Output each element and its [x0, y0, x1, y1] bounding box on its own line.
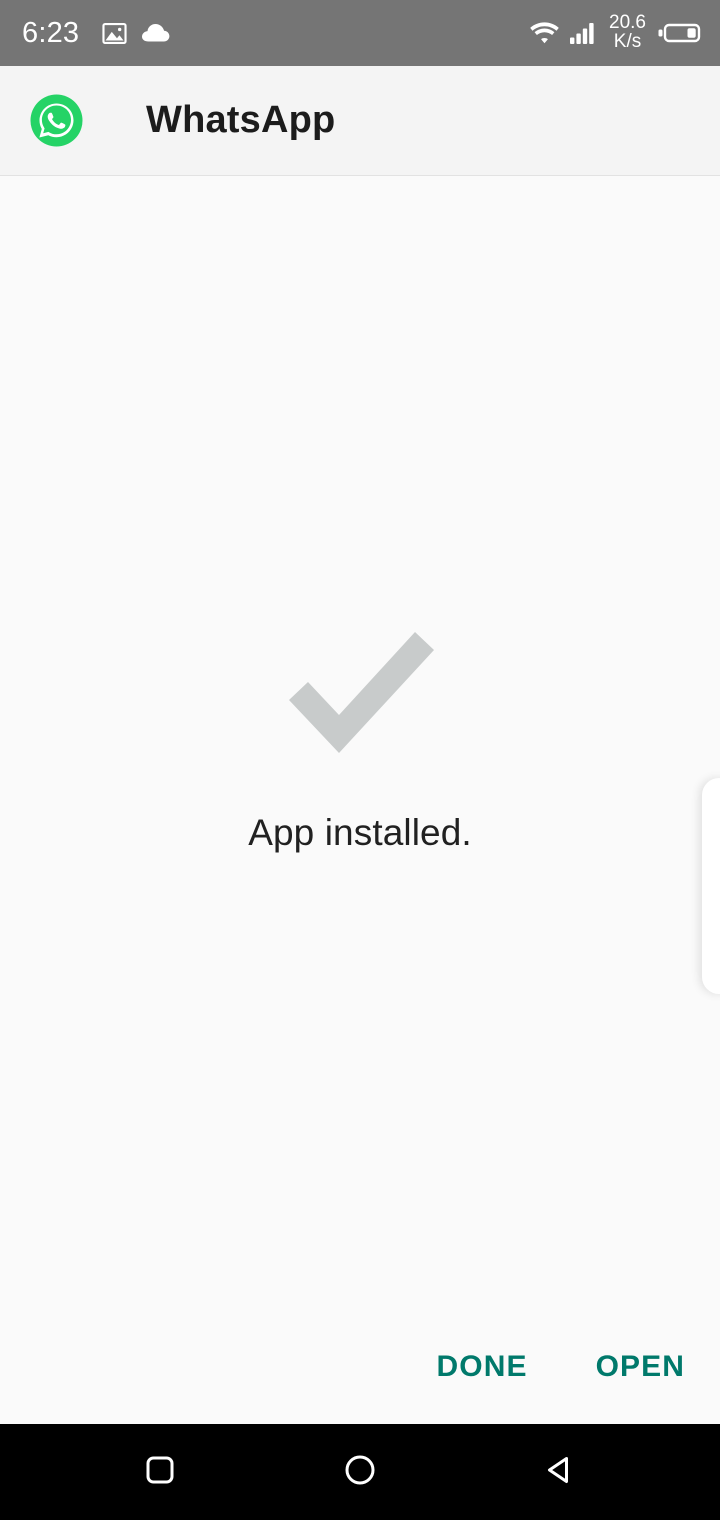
page-title: WhatsApp [146, 99, 336, 141]
wifi-icon [529, 21, 560, 45]
install-result-content: App installed. DONE OPEN [0, 176, 720, 1424]
done-button[interactable]: DONE [433, 1338, 532, 1396]
app-header: WhatsApp [0, 66, 720, 182]
square-icon [142, 1452, 178, 1493]
triangle-left-icon [541, 1451, 579, 1494]
image-icon [101, 20, 128, 47]
android-navigation-bar [0, 1424, 720, 1520]
cloud-icon [141, 22, 171, 44]
checkmark-icon [275, 616, 445, 766]
phone-screen: 6:23 20.6 K/s WhatsApp App installed. DO… [0, 0, 720, 1520]
network-speed-unit: K/s [613, 31, 642, 52]
install-status-block: App installed. [0, 616, 720, 854]
network-speed-indicator: 20.6 K/s [609, 14, 646, 51]
cellular-signal-icon [569, 21, 597, 45]
open-button[interactable]: OPEN [592, 1338, 689, 1396]
home-button[interactable] [328, 1440, 392, 1504]
back-button[interactable] [528, 1440, 592, 1504]
circle-icon [341, 1451, 379, 1494]
whatsapp-icon [28, 92, 85, 149]
recents-button[interactable] [128, 1440, 192, 1504]
status-bar-system-icons: 20.6 K/s [529, 14, 702, 51]
install-status-message: App installed. [248, 812, 472, 853]
status-bar-notification-icons [101, 20, 171, 47]
action-button-row: DONE OPEN [0, 1338, 720, 1396]
status-bar-clock: 6:23 [22, 16, 80, 49]
battery-icon [658, 21, 702, 45]
status-bar: 6:23 20.6 K/s [0, 0, 720, 66]
